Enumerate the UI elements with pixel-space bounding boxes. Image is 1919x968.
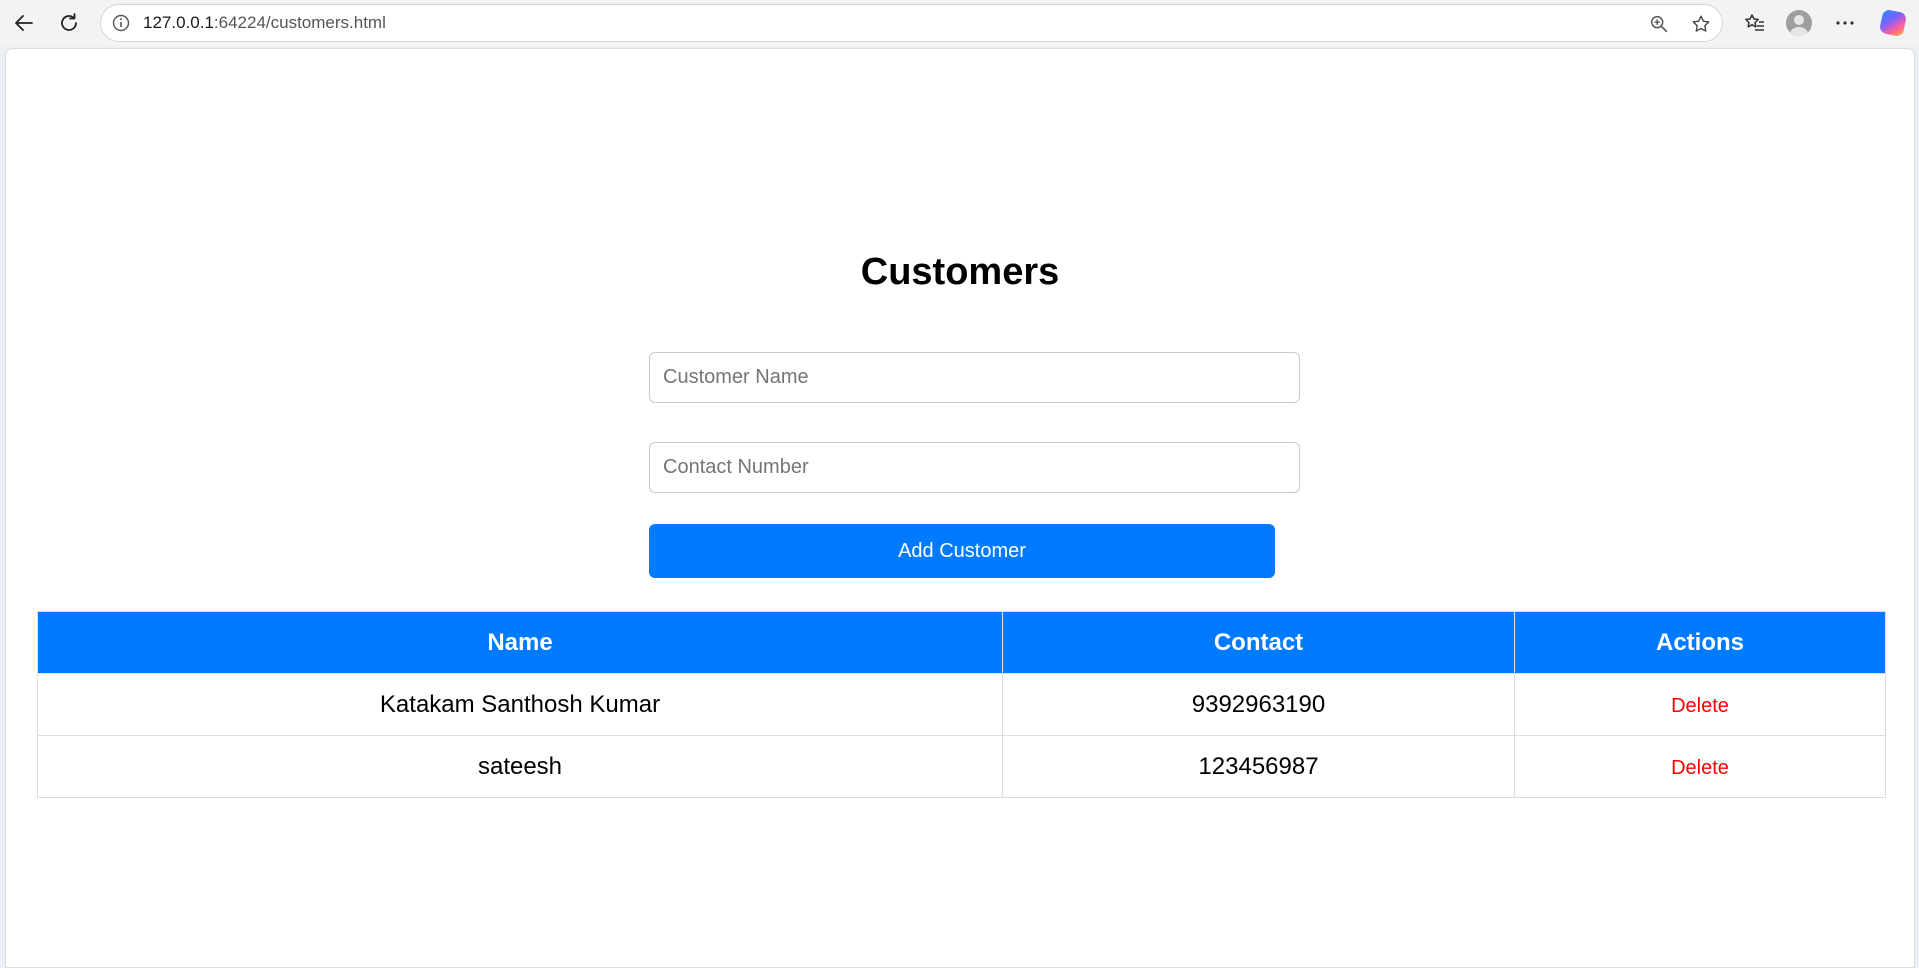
contact-number-input[interactable] [649,442,1300,493]
back-button[interactable] [6,7,42,39]
customer-contact-cell: 123456987 [1002,735,1515,798]
copilot-icon [1878,8,1908,38]
favorites-icon [1745,14,1764,31]
copilot-button[interactable] [1876,7,1910,39]
page-viewport: Customers Add Customer Name Contact Acti… [5,48,1915,968]
add-customer-button[interactable]: Add Customer [649,524,1275,578]
table-header-row: Name Contact Actions [37,611,1886,674]
table-row: sateesh 123456987 Delete [37,735,1886,798]
column-header-actions: Actions [1514,611,1886,674]
site-info-icon[interactable] [111,13,131,33]
more-icon [1836,21,1854,25]
zoom-icon [1650,15,1668,33]
favorites-button[interactable] [1738,7,1772,39]
browser-toolbar: 127.0.0.1:64224/customers.html [0,0,1919,46]
refresh-button[interactable] [51,7,87,39]
page-title: Customers [860,251,1060,293]
actions-cell: Delete [1514,735,1886,798]
column-header-contact: Contact [1002,611,1515,674]
profile-icon [1786,10,1812,36]
refresh-icon [61,13,77,31]
customer-name-cell: sateesh [37,735,1003,798]
table-row: Katakam Santhosh Kumar 9392963190 Delete [37,673,1886,736]
delete-button[interactable]: Delete [1671,695,1729,717]
profile-button[interactable] [1782,7,1816,39]
customer-name-cell: Katakam Santhosh Kumar [37,673,1003,736]
delete-button[interactable]: Delete [1671,757,1729,779]
customer-name-input[interactable] [649,352,1300,403]
column-header-name: Name [37,611,1003,674]
url-path: :64224/customers.html [213,13,386,32]
back-arrow-icon [15,15,33,31]
favorite-star-button[interactable] [1688,11,1714,37]
actions-cell: Delete [1514,673,1886,736]
customers-table: Name Contact Actions Katakam Santhosh Ku… [37,611,1886,798]
url-text: 127.0.0.1:64224/customers.html [143,5,386,41]
zoom-button[interactable] [1646,11,1672,37]
more-options-button[interactable] [1828,7,1862,39]
star-icon [1692,15,1710,32]
url-host: 127.0.0.1 [143,13,214,32]
address-bar[interactable]: 127.0.0.1:64224/customers.html [100,4,1723,42]
customer-contact-cell: 9392963190 [1002,673,1515,736]
